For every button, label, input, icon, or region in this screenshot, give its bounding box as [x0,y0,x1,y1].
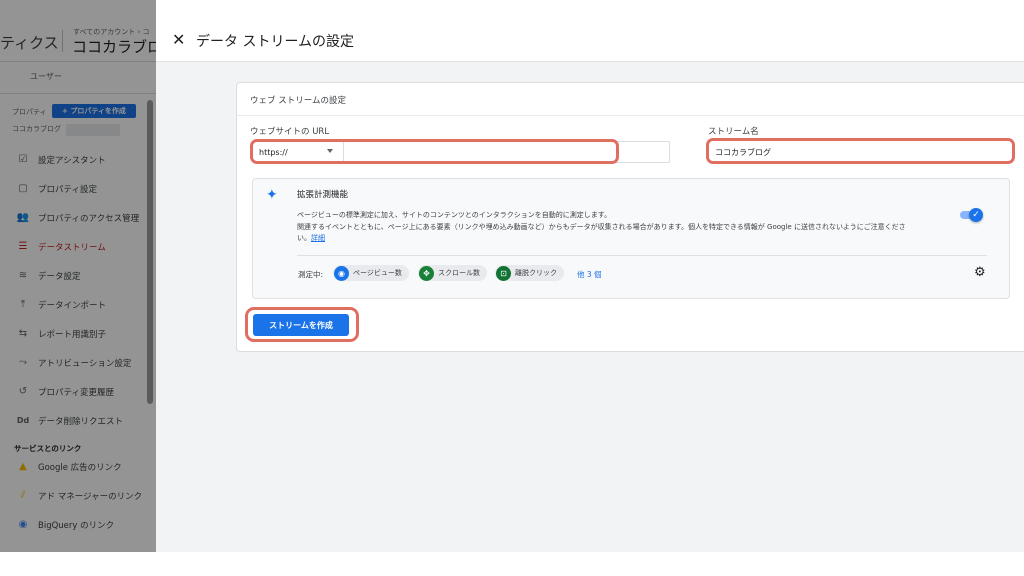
protocol-value: https:// [259,147,288,157]
website-url-input[interactable] [343,141,670,163]
chip-label: スクロール数 [438,269,480,277]
website-url-label: ウェブサイトの URL [250,127,330,137]
chip-outbound-clicks[interactable]: ⊡ 離脱クリック [495,265,564,281]
card-title: ウェブ ストリームの設定 [250,96,346,106]
enhanced-measurement-description: ページビューの標準測定に加え、サイトのコンテンツとのインタラクションを自動的に測… [297,210,957,245]
modal-backdrop[interactable] [0,0,160,552]
measuring-label: 測定中: [298,270,324,279]
stream-name-input[interactable] [710,141,1012,163]
description-line: い。 [297,234,311,242]
enhanced-measurement-title: 拡張計測機能 [297,190,349,200]
scroll-icon: ✥ [419,265,434,281]
more-events-link[interactable]: 他 3 個 [577,269,602,280]
card-divider [237,115,1024,116]
background-app: ティクス すべてのアカウント › コ ココカラブロ ユーザー プロパティ + プ… [0,0,160,552]
description-line: ページビューの標準測定に加え、サイトのコンテンツとのインタラクションを自動的に測… [297,211,612,219]
eye-icon: ◉ [334,265,349,281]
chevron-down-icon [327,149,333,153]
description-line: 関連するイベントとともに、ページ上にある要素（リンクや埋め込み動画など）からもデ… [297,222,906,231]
outbound-click-icon: ⊡ [496,265,511,281]
enhanced-measurement-section: ✦ 拡張計測機能 ページビューの標準測定に加え、サイトのコンテンツとのインタラク… [252,178,1010,299]
protocol-select[interactable]: https:// [254,141,342,163]
description-line-last: い。詳細 [297,233,957,245]
check-icon: ✓ [969,208,983,222]
panel-title: データ ストリームの設定 [196,34,355,50]
web-stream-setup-card: ウェブ ストリームの設定 ウェブサイトの URL https:// ストリーム名… [236,82,1024,352]
chip-label: ページビュー数 [353,269,402,277]
enhanced-measurement-toggle[interactable]: ✓ [960,208,984,222]
panel-header: ✕ データ ストリームの設定 [156,0,1024,62]
stream-name-label: ストリーム名 [708,127,759,137]
section-divider [297,255,987,256]
chip-label: 離脱クリック [515,269,557,277]
close-icon[interactable]: ✕ [172,31,190,49]
create-stream-button[interactable]: ストリームを作成 [253,314,349,336]
data-stream-setup-panel: ✕ データ ストリームの設定 ウェブ ストリームの設定 ウェブサイトの URL … [156,0,1024,552]
sparkle-icon: ✦ [266,187,278,203]
learn-more-link[interactable]: 詳細 [311,234,325,242]
chip-scrolls[interactable]: ✥ スクロール数 [418,265,487,281]
chip-page-views[interactable]: ◉ ページビュー数 [333,265,409,281]
gear-icon[interactable]: ⚙ [974,266,988,280]
